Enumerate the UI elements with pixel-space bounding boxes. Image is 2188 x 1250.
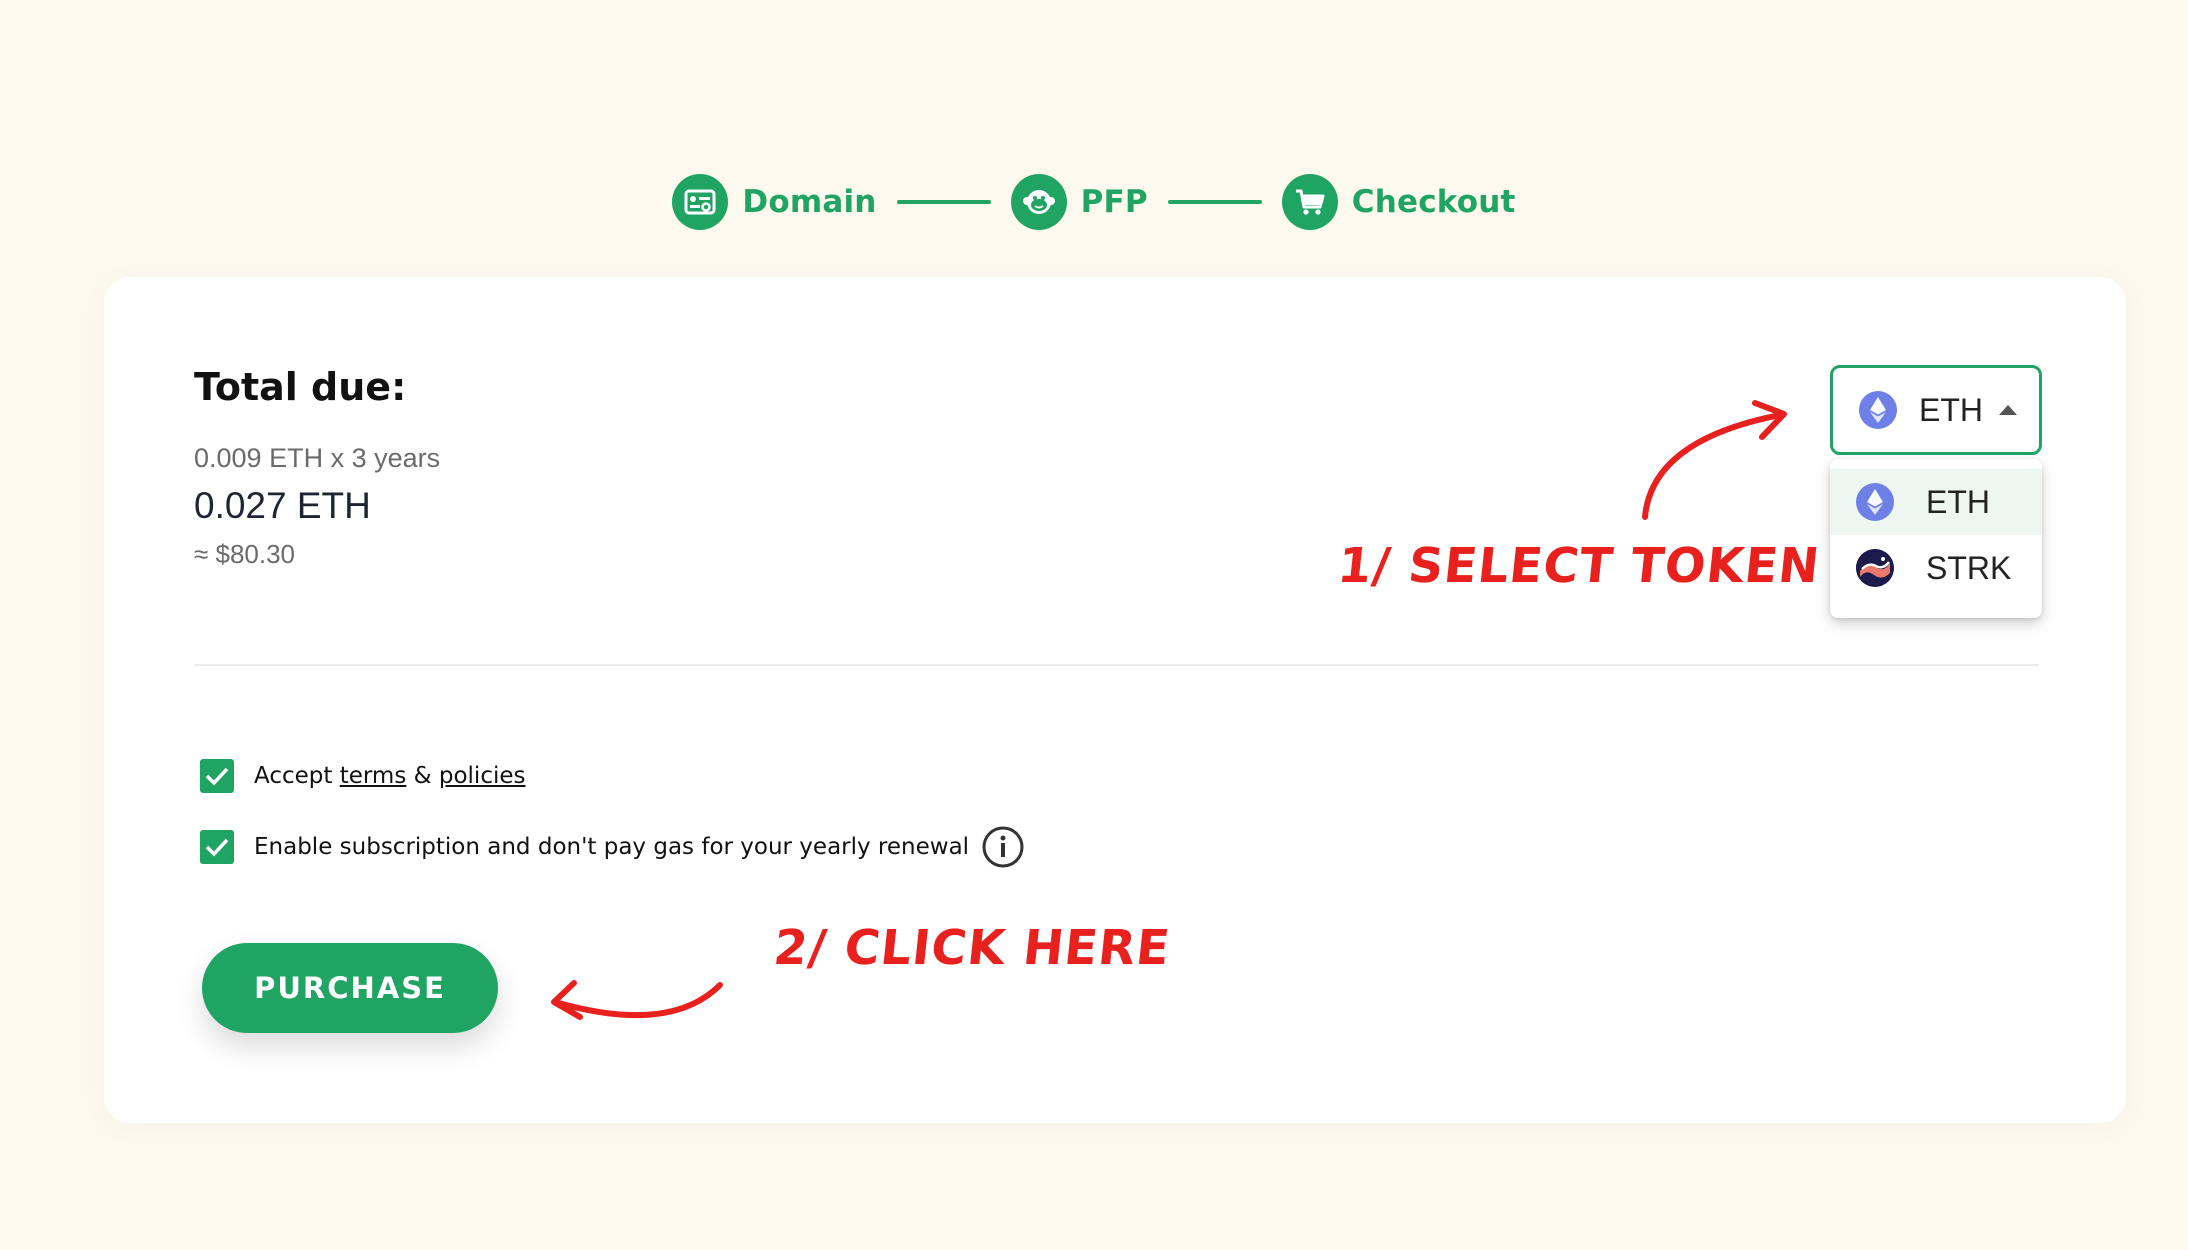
step-connector: [1167, 200, 1262, 204]
subscription-checkbox[interactable]: [200, 830, 234, 864]
price-usd: ≈ $80.30: [194, 539, 296, 569]
step-pfp[interactable]: PFP: [1010, 174, 1148, 230]
monkey-face-icon: [1010, 174, 1067, 230]
policies-link[interactable]: policies: [439, 763, 526, 789]
accept-terms-checkbox[interactable]: [200, 759, 234, 793]
subscription-label: Enable subscription and don't pay gas fo…: [254, 834, 970, 860]
token-option-label: ETH: [1926, 483, 1990, 520]
token-option-label: STRK: [1926, 549, 2012, 586]
step-label-pfp: PFP: [1080, 184, 1148, 220]
terms-link[interactable]: terms: [340, 763, 407, 789]
strk-icon: [1856, 549, 1894, 587]
token-option-strk[interactable]: STRK: [1830, 535, 2042, 601]
step-label-domain: Domain: [742, 184, 877, 220]
token-select[interactable]: ETH: [1830, 365, 2042, 455]
cart-icon: [1281, 174, 1338, 230]
token-option-eth[interactable]: ETH: [1830, 469, 2042, 535]
ampersand: &: [413, 763, 432, 789]
total-due-title: Total due:: [194, 365, 407, 409]
arrow-to-token-select: [1642, 400, 1787, 520]
step-domain[interactable]: Domain: [672, 174, 876, 230]
step-checkout[interactable]: Checkout: [1281, 174, 1516, 230]
eth-icon: [1859, 391, 1897, 429]
price-detail: 0.009 ETH x 3 years: [194, 443, 441, 473]
purchase-button[interactable]: PURCHASE: [202, 943, 498, 1033]
subscription-row: Enable subscription and don't pay gas fo…: [200, 825, 1025, 869]
checkout-stepper: Domain PFP Checkout: [0, 174, 2188, 230]
accept-prefix: Accept: [254, 763, 333, 789]
accept-terms-row: Accept terms & policies: [200, 759, 526, 793]
step-connector: [896, 200, 991, 204]
info-icon[interactable]: [981, 825, 1025, 869]
eth-icon: [1856, 483, 1894, 521]
domain-card-icon: [672, 174, 729, 230]
divider: [194, 664, 2039, 666]
token-dropdown-menu: ETH STRK: [1830, 459, 2042, 618]
annotation-select-token: 1/ SELECT TOKEN: [1335, 538, 1823, 594]
token-select-value: ETH: [1919, 391, 1983, 428]
chevron-up-icon: [1999, 405, 2017, 415]
checkout-card: Total due: 0.009 ETH x 3 years 0.027 ETH…: [104, 277, 2126, 1123]
arrow-to-purchase-button: [551, 980, 723, 1020]
annotation-click-here: 2/ CLICK HERE: [771, 920, 1174, 976]
price-total: 0.027 ETH: [194, 485, 371, 526]
step-label-checkout: Checkout: [1351, 184, 1516, 220]
